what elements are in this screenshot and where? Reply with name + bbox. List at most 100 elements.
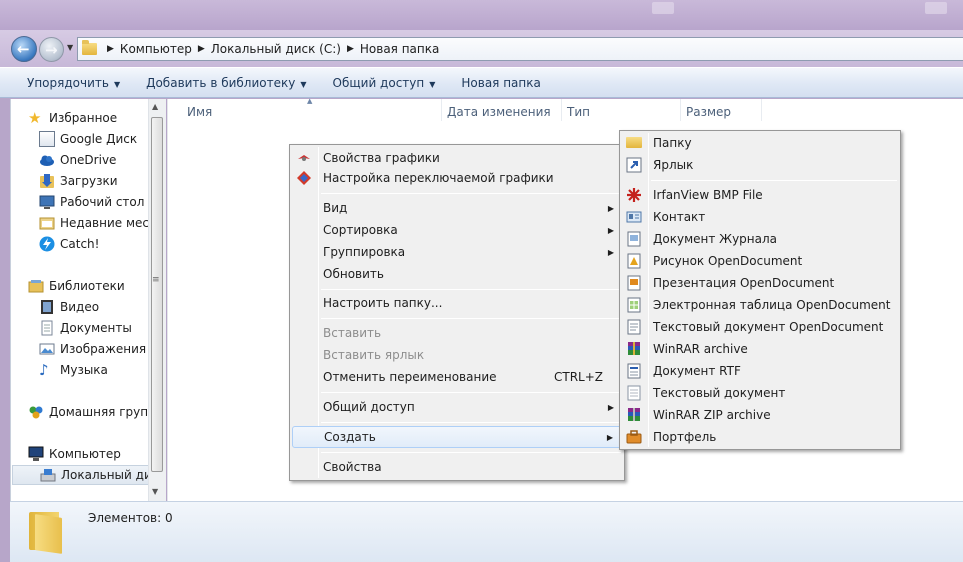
nav-google-drive[interactable]: Google Диск <box>39 129 166 149</box>
nav-label: Избранное <box>49 111 118 125</box>
submenu-item-contact[interactable]: Контакт <box>622 206 898 228</box>
details-pane: Элементов: 0 <box>10 501 963 562</box>
column-header-name[interactable]: Имя <box>187 105 212 119</box>
breadcrumb-local-disk[interactable]: Локальный диск (C:) <box>211 42 341 56</box>
scroll-thumb[interactable] <box>151 117 163 472</box>
nav-documents[interactable]: Документы <box>39 318 166 338</box>
nav-label: Документы <box>60 321 132 335</box>
window-frame <box>0 0 963 30</box>
homegroup-icon <box>28 404 44 420</box>
menu-item-graphics-properties[interactable]: Свойства графики <box>292 147 622 169</box>
local-disk-icon <box>40 467 56 483</box>
menu-label: Электронная таблица OpenDocument <box>653 298 891 312</box>
new-folder-button[interactable]: Новая папка <box>448 76 553 90</box>
breadcrumb-chevron-icon[interactable]: ▶ <box>107 44 114 54</box>
nav-catch[interactable]: Catch! <box>39 234 166 254</box>
menu-item-properties[interactable]: Свойства <box>292 456 622 478</box>
column-divider[interactable] <box>561 99 562 121</box>
context-menu: Свойства графики Настройка переключаемой… <box>289 144 625 481</box>
rtf-document-icon <box>626 363 642 379</box>
breadcrumb-new-folder[interactable]: Новая папка <box>360 42 439 56</box>
nav-recent-places[interactable]: Недавние места <box>39 213 166 233</box>
folder-icon <box>29 510 62 554</box>
graphics-icon <box>296 150 312 166</box>
menu-item-customize-folder[interactable]: Настроить папку... <box>292 292 622 314</box>
menu-item-paste[interactable]: Вставить <box>292 322 622 344</box>
submenu-item-irfanview[interactable]: IrfanView BMP File <box>622 184 898 206</box>
recent-pages-chevron-icon[interactable]: ▼ <box>67 43 73 52</box>
column-header-type[interactable]: Тип <box>567 105 590 119</box>
nav-label: Компьютер <box>49 447 121 461</box>
submenu-item-rtf[interactable]: Документ RTF <box>622 360 898 382</box>
forward-button[interactable]: → <box>39 37 64 62</box>
text-document-icon <box>626 319 642 335</box>
nav-music[interactable]: ♪ Музыка <box>39 360 166 380</box>
contact-icon <box>626 209 642 225</box>
nav-pictures[interactable]: Изображения <box>39 339 166 359</box>
breadcrumb-chevron-icon[interactable]: ▶ <box>198 44 205 54</box>
navigation-scrollbar[interactable]: ▲ ≡ ▼ <box>148 99 166 501</box>
scroll-down-icon[interactable]: ▼ <box>152 487 158 496</box>
nav-libraries[interactable]: Библиотеки <box>28 276 166 296</box>
nav-downloads[interactable]: Загрузки <box>39 171 166 191</box>
nav-video[interactable]: Видео <box>39 297 166 317</box>
arrow-right-icon: → <box>45 41 58 59</box>
submenu-item-ods[interactable]: Электронная таблица OpenDocument <box>622 294 898 316</box>
nav-computer[interactable]: Компьютер <box>28 444 166 464</box>
breadcrumb-chevron-icon[interactable]: ▶ <box>347 44 354 54</box>
submenu-item-odt[interactable]: Текстовый документ OpenDocument <box>622 316 898 338</box>
menu-item-view[interactable]: Вид ▶ <box>292 197 622 219</box>
submenu-item-odp[interactable]: Презентация OpenDocument <box>622 272 898 294</box>
spreadsheet-document-icon <box>626 297 642 313</box>
column-divider[interactable] <box>761 99 762 121</box>
add-to-library-button[interactable]: Добавить в библиотеку ▼ <box>133 76 319 90</box>
nav-homegroup[interactable]: Домашняя группа <box>28 402 166 422</box>
submenu-item-odg[interactable]: Рисунок OpenDocument <box>622 250 898 272</box>
menu-separator <box>651 180 897 181</box>
column-header-modified[interactable]: Дата изменения <box>447 105 551 119</box>
submenu-item-txt[interactable]: Текстовый документ <box>622 382 898 404</box>
scroll-up-icon[interactable]: ▲ <box>152 102 158 111</box>
submenu-item-shortcut[interactable]: Ярлык <box>622 154 898 176</box>
submenu-arrow-icon: ▶ <box>607 203 614 213</box>
menu-item-share[interactable]: Общий доступ ▶ <box>292 396 622 418</box>
breadcrumb-computer[interactable]: Компьютер <box>120 42 192 56</box>
organize-button[interactable]: Упорядочить ▼ <box>14 76 133 90</box>
menu-item-group[interactable]: Группировка ▶ <box>292 241 622 263</box>
nav-onedrive[interactable]: OneDrive <box>39 150 166 170</box>
google-drive-icon <box>39 131 55 147</box>
back-button[interactable]: ← <box>11 36 37 62</box>
address-field[interactable]: ▶ Компьютер ▶ Локальный диск (C:) ▶ Нова… <box>77 37 963 61</box>
column-divider[interactable] <box>680 99 681 121</box>
share-button[interactable]: Общий доступ ▼ <box>320 76 449 90</box>
menu-item-sort[interactable]: Сортировка ▶ <box>292 219 622 241</box>
submenu-item-briefcase[interactable]: Портфель <box>622 426 898 448</box>
libraries-icon <box>28 278 44 294</box>
share-label: Общий доступ <box>332 75 425 90</box>
menu-item-create[interactable]: Создать ▶ <box>292 426 622 448</box>
frame-glare <box>925 2 947 14</box>
folder-icon <box>82 40 97 55</box>
nav-label: Видео <box>60 300 100 314</box>
pictures-icon <box>39 341 55 357</box>
submenu-item-winrar-zip[interactable]: WinRAR ZIP archive <box>622 404 898 426</box>
menu-separator <box>321 289 621 290</box>
create-submenu: Папку Ярлык IrfanView BMP File Контакт Д… <box>619 130 901 450</box>
menu-item-refresh[interactable]: Обновить <box>292 263 622 285</box>
submenu-item-journal[interactable]: Документ Журнала <box>622 228 898 250</box>
nav-local-disk[interactable]: Локальный диск <box>12 465 166 485</box>
submenu-item-winrar[interactable]: WinRAR archive <box>622 338 898 360</box>
nav-favorites[interactable]: ★ Избранное <box>28 108 166 128</box>
menu-item-paste-shortcut[interactable]: Вставить ярлык <box>292 344 622 366</box>
menu-label: Текстовый документ OpenDocument <box>653 320 884 334</box>
nav-desktop[interactable]: Рабочий стол <box>39 192 166 212</box>
add-to-library-label: Добавить в библиотеку <box>146 75 296 90</box>
winrar-zip-icon <box>626 407 642 423</box>
column-header-size[interactable]: Размер <box>686 105 731 119</box>
submenu-item-folder[interactable]: Папку <box>622 132 898 154</box>
presentation-document-icon <box>626 275 642 291</box>
menu-item-undo-rename[interactable]: Отменить переименование CTRL+Z <box>292 366 622 388</box>
menu-item-switchable-graphics[interactable]: Настройка переключаемой графики <box>292 167 622 189</box>
column-divider[interactable] <box>441 99 442 121</box>
menu-label: Контакт <box>653 210 706 224</box>
